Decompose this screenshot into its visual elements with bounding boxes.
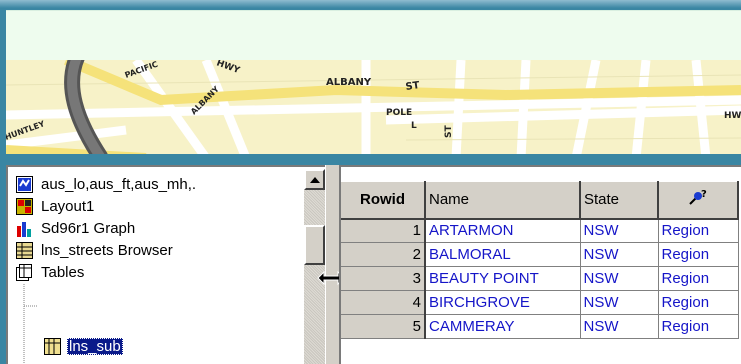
table-row[interactable]: 1 ARTARMON NSW Region (341, 218, 739, 243)
svg-text:?: ? (701, 189, 707, 200)
table-row[interactable]: 3 BEAUTY POINT NSW Region (341, 266, 739, 291)
tree-item-browser[interactable]: lns_streets Browser (16, 240, 175, 260)
tree-item-label: Tables (41, 263, 85, 281)
tree-item-label: aus_lo,aus_ft,aus_mh,. (41, 175, 197, 193)
name-cell[interactable]: BIRCHGROVE (425, 290, 581, 315)
column-header-state[interactable]: State (580, 181, 659, 220)
row-id-cell[interactable]: 3 (341, 266, 426, 291)
row-id-cell[interactable]: 2 (341, 242, 426, 267)
map-label-albany: ALBANY (326, 77, 372, 88)
name-cell[interactable]: ARTARMON (425, 218, 581, 243)
tree-item-tables[interactable]: Tables (16, 262, 86, 282)
tree-item-label: Sd96r1 Graph (41, 219, 136, 237)
scroll-thumb[interactable] (304, 225, 325, 265)
map-label-hw: HW (724, 111, 741, 121)
layout-icon (16, 197, 33, 215)
graph-icon (16, 220, 33, 237)
table-browser[interactable]: Rowid Name State ? 1 ARTARMON NSW Region… (339, 165, 741, 364)
browser-icon (16, 241, 33, 259)
region-cell[interactable]: Region (658, 266, 739, 291)
tree-item-label: lns_sub (67, 337, 123, 355)
region-cell[interactable]: Region (658, 218, 739, 243)
region-cell[interactable]: Region (658, 314, 739, 339)
tree-item-label: lns_streets Browser (41, 241, 173, 259)
state-cell[interactable]: NSW (580, 266, 659, 291)
up-arrow-icon (309, 176, 320, 183)
map-label-st-vertical: ST (444, 125, 454, 138)
name-cell[interactable]: CAMMERAY (425, 314, 581, 339)
tree-item-graph[interactable]: Sd96r1 Graph (16, 218, 137, 238)
name-cell[interactable]: BALMORAL (425, 242, 581, 267)
map-label-pole: POLE (386, 108, 412, 118)
column-header-name[interactable]: Name (425, 181, 581, 220)
table-row[interactable]: 5 CAMMERAY NSW Region (341, 314, 739, 339)
workspace-tree[interactable]: aus_lo,aus_ft,aus_mh,. Layout1 Sd96r1 Gr… (6, 165, 325, 364)
map-label-st: ST (405, 80, 421, 93)
map-label-l: L (411, 121, 417, 131)
tables-icon (16, 263, 33, 281)
row-id-cell[interactable]: 4 (341, 290, 426, 315)
region-cell[interactable]: Region (658, 290, 739, 315)
map-view[interactable]: ALBANY ST POLE L ST ALBANY PACIFIC HWY H… (6, 60, 741, 158)
table-icon (44, 337, 61, 355)
browser-grid: Rowid Name State ? 1 ARTARMON NSW Region… (341, 181, 739, 339)
table-row[interactable]: 2 BALMORAL NSW Region (341, 242, 739, 267)
map-window-icon (16, 175, 33, 193)
tree-item-lns-sub[interactable]: lns_sub (44, 336, 123, 356)
banner-panel (6, 10, 741, 60)
name-cell[interactable]: BEAUTY POINT (425, 266, 581, 291)
tree-item-label: Layout1 (41, 197, 95, 215)
tree-item-map-window[interactable]: aus_lo,aus_ft,aus_mh,. (16, 174, 198, 194)
tree-vertical-scrollbar[interactable] (304, 169, 325, 364)
pin-help-icon: ? (689, 189, 707, 205)
state-cell[interactable]: NSW (580, 242, 659, 267)
table-row[interactable]: 4 BIRCHGROVE NSW Region (341, 290, 739, 315)
row-id-cell[interactable]: 1 (341, 218, 426, 243)
scroll-up-button[interactable] (304, 169, 325, 190)
state-cell[interactable]: NSW (580, 290, 659, 315)
title-strip (0, 0, 741, 8)
header-row: Rowid Name State ? (341, 181, 739, 220)
state-cell[interactable]: NSW (580, 218, 659, 243)
column-header-rowid[interactable]: Rowid (341, 181, 426, 220)
region-cell[interactable]: Region (658, 242, 739, 267)
column-header-region[interactable]: ? (658, 181, 739, 220)
row-id-cell[interactable]: 5 (341, 314, 426, 339)
state-cell[interactable]: NSW (580, 314, 659, 339)
tree-item-layout[interactable]: Layout1 (16, 196, 96, 216)
pane-splitter[interactable] (317, 165, 345, 364)
